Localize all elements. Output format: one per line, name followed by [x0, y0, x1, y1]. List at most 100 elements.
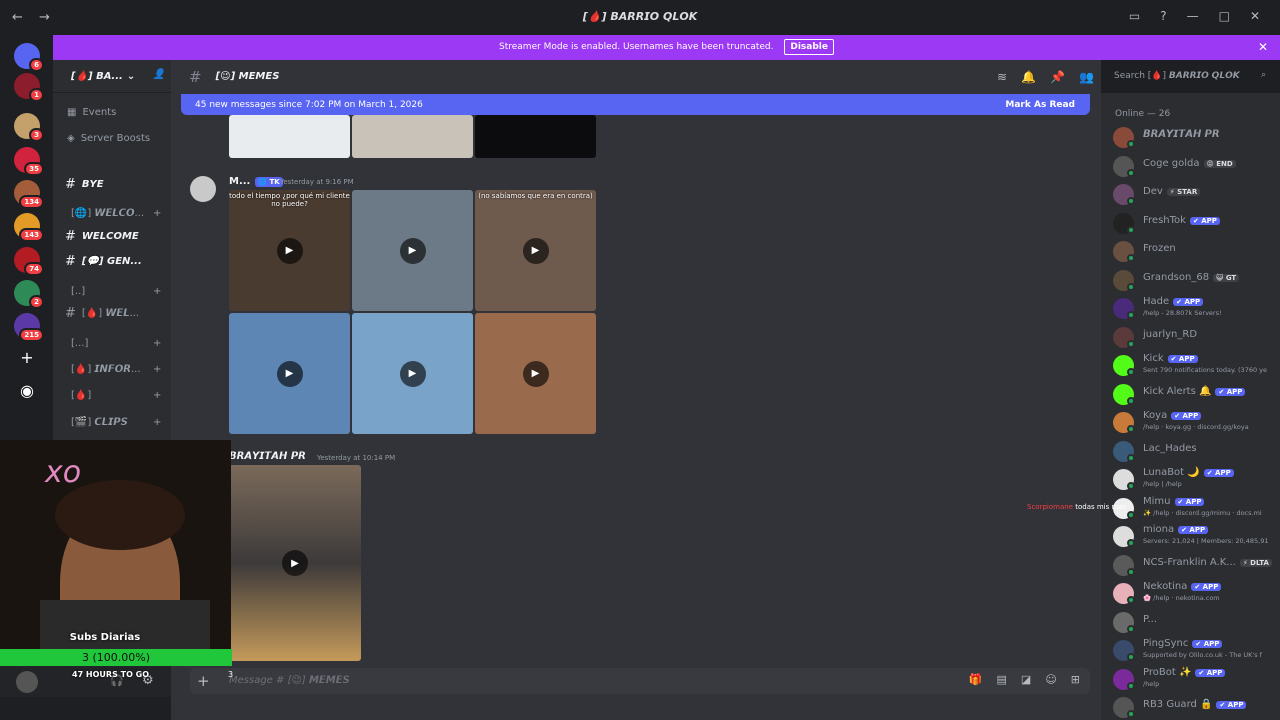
channel-item[interactable]: [..] +: [65, 286, 161, 297]
avatar[interactable]: [190, 176, 216, 202]
invite-user-icon[interactable]: 👤: [153, 69, 165, 80]
member-activity: 🌸 /help · nekotina.com: [1143, 594, 1220, 602]
channel-item[interactable]: [🩸] +: [65, 390, 161, 401]
close-banner-icon[interactable]: ✕: [1258, 35, 1268, 60]
add-channel-icon[interactable]: +: [153, 417, 161, 428]
server-icon[interactable]: 6: [14, 43, 44, 72]
channel-item[interactable]: # [🩸] 𝙒𝙀𝙇...: [65, 306, 139, 321]
bell-icon[interactable]: 🔔: [1021, 70, 1036, 84]
threads-icon[interactable]: ≋: [997, 70, 1007, 84]
add-channel-icon[interactable]: +: [153, 208, 161, 219]
gif-icon[interactable]: ▤: [997, 673, 1007, 686]
play-icon[interactable]: ▶: [399, 360, 426, 387]
new-messages-bar[interactable]: 45 new messages since 7:02 PM on March 1…: [181, 94, 1090, 115]
add-channel-icon[interactable]: +: [153, 338, 161, 349]
server-icon[interactable]: 2: [14, 280, 44, 309]
play-icon[interactable]: ▶: [522, 237, 549, 264]
member-item[interactable]: Grandson_68 😺 GT: [1113, 268, 1280, 294]
message-composer[interactable]: + Message # [😉] 𝙈𝙀𝙈𝙀𝙎 🎁 ▤ ◪ ☺ ⊞: [190, 668, 1090, 694]
add-channel-icon[interactable]: +: [153, 364, 161, 375]
message-input[interactable]: Message # [😉] 𝙈𝙀𝙈𝙀𝙎: [229, 675, 350, 686]
video-attachment[interactable]: ▶: [229, 465, 361, 661]
server-boosts-link[interactable]: ◈ Server Boosts: [67, 133, 150, 144]
message-author[interactable]: 𝘽𝙍𝘼𝙔𝙄𝙏𝘼𝙃 𝙋𝙍: [229, 451, 306, 462]
pin-icon[interactable]: 📌: [1050, 70, 1065, 84]
channel-item[interactable]: # 𝘽𝙔𝙀: [65, 177, 104, 192]
add-attachment-icon[interactable]: +: [197, 672, 210, 690]
gift-icon[interactable]: 🎁: [969, 673, 983, 686]
member-item[interactable]: Kick Alerts 🔔 ✔ APP: [1113, 382, 1280, 408]
add-channel-icon[interactable]: +: [153, 390, 161, 401]
member-name-text: 𝘽𝙍𝘼𝙔𝙄𝙏𝘼𝙃 𝙋𝙍: [1143, 129, 1220, 140]
member-item[interactable]: Kick ✔ APP Sent 790 notifications today. (…: [1113, 353, 1280, 379]
member-item[interactable]: Lac_Hades: [1113, 439, 1280, 465]
discover-icon[interactable]: ◉: [14, 378, 40, 404]
server-icon[interactable]: 143: [14, 213, 44, 242]
member-item[interactable]: Nekotina ✔ APP 🌸 /help · nekotina.com: [1113, 581, 1280, 607]
server-icon[interactable]: 134: [14, 180, 44, 209]
sticker-icon[interactable]: ◪: [1021, 673, 1031, 686]
search-input[interactable]: Search [🩸] 𝘽𝘼𝙍𝙍𝙄𝙊 𝙌𝙇𝙊𝙆 ⌕: [1108, 66, 1272, 87]
help-icon[interactable]: ?: [1160, 9, 1166, 23]
attachment-tile[interactable]: [229, 115, 350, 158]
add-server-icon[interactable]: +: [14, 345, 40, 371]
channel-item[interactable]: [🎬] 𝘾𝙇𝙄𝙋𝙎 +: [65, 417, 161, 428]
emoji-icon[interactable]: ☺: [1045, 673, 1056, 686]
member-item[interactable]: juarlyn_RD: [1113, 325, 1280, 351]
member-item[interactable]: Coge golda 😡 END: [1113, 154, 1280, 180]
notification-badge: 1: [29, 88, 44, 102]
server-header[interactable]: [🩸] 𝘽𝘼... ⌄ 👤: [53, 60, 171, 93]
video-attachment[interactable]: ▶: [352, 190, 473, 311]
member-item[interactable]: RB3 Guard 🔒 ✔ APP: [1113, 695, 1280, 720]
channel-label: [..]: [71, 286, 86, 297]
video-attachment[interactable]: (no sabíamos que era en contra) ▶: [475, 190, 596, 311]
play-icon[interactable]: ▶: [276, 237, 303, 264]
message-author[interactable]: M... 🌐 TK: [229, 176, 283, 187]
server-icon[interactable]: 74: [14, 247, 44, 276]
play-icon[interactable]: ▶: [276, 360, 303, 387]
apps-icon[interactable]: ⊞: [1071, 673, 1080, 686]
video-attachment[interactable]: ▶: [352, 313, 473, 434]
play-icon[interactable]: ▶: [282, 550, 308, 576]
close-window-icon[interactable]: ✕: [1250, 9, 1260, 23]
disable-button[interactable]: Disable: [784, 39, 834, 55]
channel-item[interactable]: [🩸] 𝙄𝙉𝙁𝙊𝙍... +: [65, 364, 161, 375]
attachment-tile[interactable]: [352, 115, 473, 158]
channel-item[interactable]: # [💬] 𝙂𝙀𝙉...: [65, 254, 142, 269]
member-item[interactable]: Mimu ✔ APP ✨ /help · discord.gg/mimu · doc…: [1113, 496, 1280, 522]
play-icon[interactable]: ▶: [522, 360, 549, 387]
server-icon[interactable]: 3: [14, 113, 44, 142]
server-icon[interactable]: 215: [14, 313, 44, 342]
add-channel-icon[interactable]: +: [153, 286, 161, 297]
server-icon[interactable]: 1: [14, 73, 44, 102]
video-attachment[interactable]: ▶: [475, 313, 596, 434]
members-icon[interactable]: 👥: [1079, 70, 1094, 84]
member-item[interactable]: Dev ⚡ STAR: [1113, 182, 1280, 208]
member-item[interactable]: NCS-Franklin A.K... ⚡ DLTA: [1113, 553, 1280, 579]
member-item[interactable]: Koya ✔ APP/help · koya.gg · discord.gg/ko…: [1113, 410, 1280, 436]
notification-badge: 2: [29, 295, 44, 309]
server-icon[interactable]: 35: [14, 147, 44, 176]
member-item[interactable]: Hade ✔ APP/help - 28.807k Servers!: [1113, 296, 1280, 322]
member-item[interactable]: PingSync ✔ APP Supported by Olilo.co.uk - …: [1113, 638, 1280, 664]
channel-item[interactable]: # 𝙒𝙀𝙇𝘾𝙊𝙈𝙀: [65, 229, 139, 244]
play-icon[interactable]: ▶: [399, 237, 426, 264]
member-item[interactable]: miona ✔ APP Servers: 21,024 | Members: 20,…: [1113, 524, 1280, 550]
video-attachment[interactable]: todo el tiempo ¿por qué mi cliente no pu…: [229, 190, 350, 311]
events-link[interactable]: ▦ Events: [67, 107, 116, 118]
maximize-icon[interactable]: □: [1219, 9, 1230, 23]
minimize-icon[interactable]: —: [1187, 9, 1199, 23]
inbox-icon[interactable]: ▭: [1129, 9, 1140, 23]
member-item[interactable]: FreshTok ✔ APP: [1113, 211, 1280, 237]
attachment-tile[interactable]: [475, 115, 596, 158]
member-item[interactable]: Frozen: [1113, 239, 1280, 265]
video-attachment[interactable]: ▶: [229, 313, 350, 434]
channel-item[interactable]: [🌐] 𝙒𝙀𝙇𝘾𝙊... +: [65, 208, 161, 219]
avatar[interactable]: [16, 671, 38, 693]
channel-item[interactable]: [...] +: [65, 338, 161, 349]
mark-as-read-button[interactable]: Mark As Read: [1005, 100, 1075, 110]
member-item[interactable]: LunaBot 🌙 ✔ APP/help | /help: [1113, 467, 1280, 493]
member-item[interactable]: P...: [1113, 610, 1280, 636]
member-item[interactable]: 𝘽𝙍𝘼𝙔𝙄𝙏𝘼𝙃 𝙋𝙍: [1113, 125, 1280, 151]
member-item[interactable]: ProBot ✨ ✔ APP/help: [1113, 667, 1280, 693]
